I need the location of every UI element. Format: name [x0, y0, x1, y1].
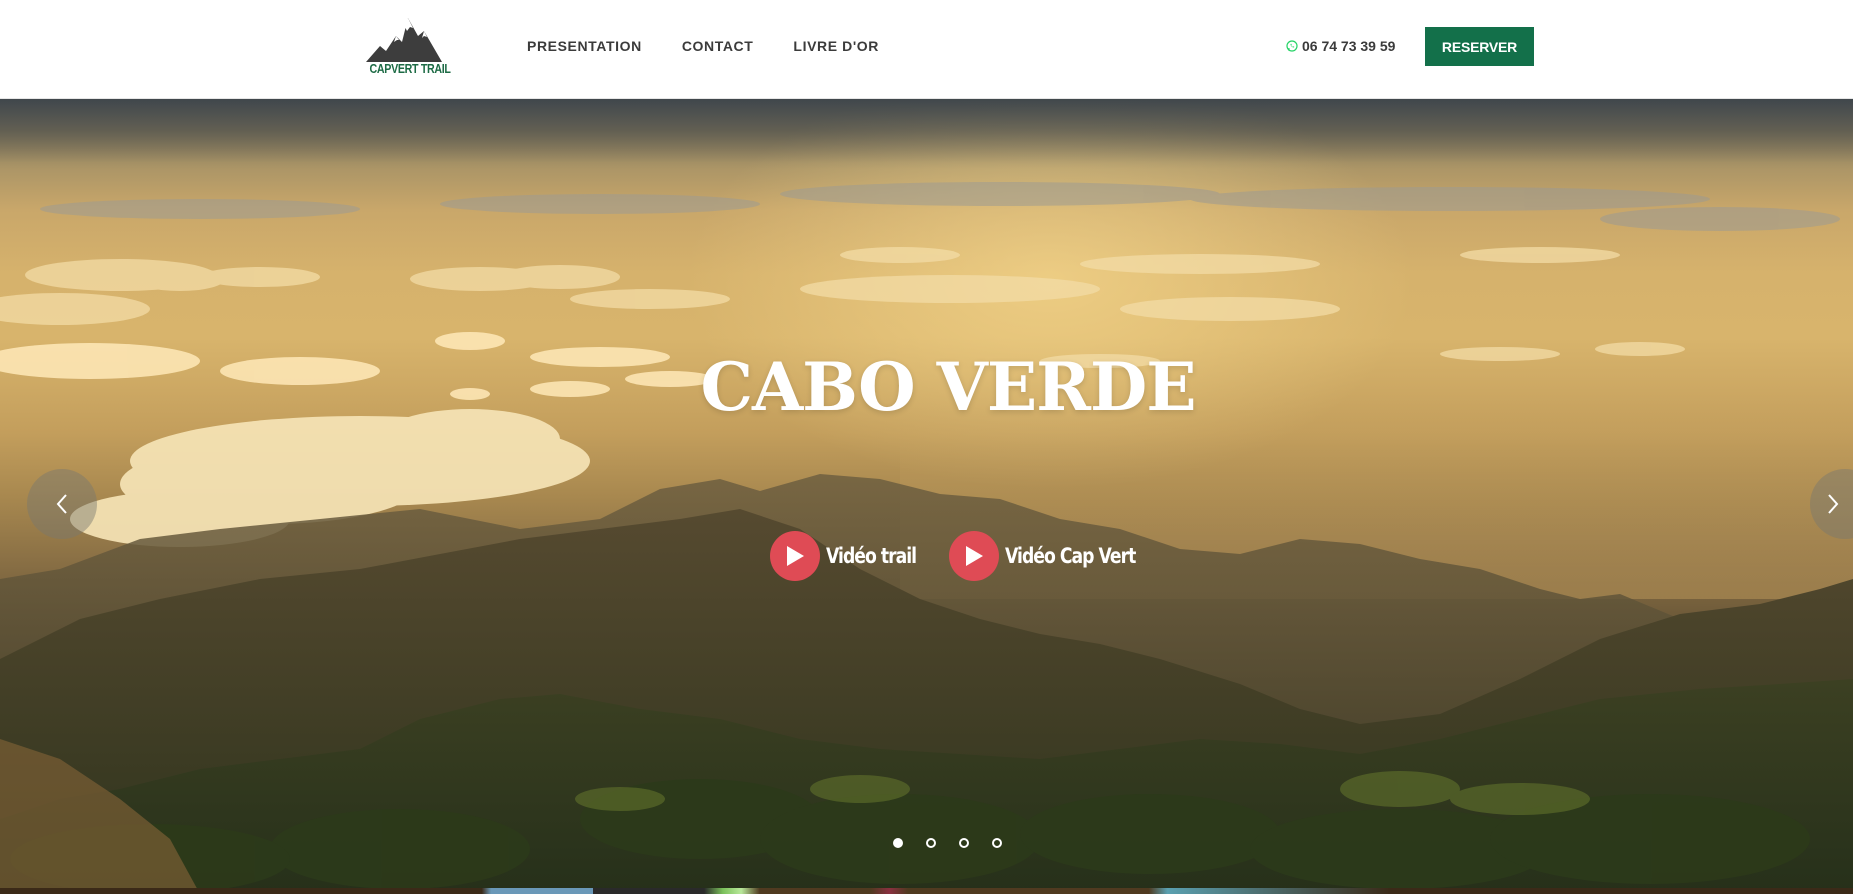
nav-livre-dor[interactable]: LIVRE D'OR — [793, 38, 879, 54]
slide-dot-4[interactable] — [992, 838, 1002, 848]
site-header: CAPVERT TRAIL PRESENTATION CONTACT LIVRE… — [0, 0, 1853, 99]
phone-number: 06 74 73 39 59 — [1302, 38, 1396, 54]
slide-dot-1[interactable] — [893, 838, 903, 848]
site-logo[interactable]: CAPVERT TRAIL — [362, 18, 451, 80]
slider-prev-button[interactable] — [27, 469, 97, 539]
slide-dot-2[interactable] — [926, 838, 936, 848]
slider-pagination — [893, 838, 1002, 848]
play-icon — [770, 531, 820, 581]
chevron-left-icon — [56, 494, 67, 514]
phone-link[interactable]: 06 74 73 39 59 — [1286, 38, 1395, 54]
slide-dot-3[interactable] — [959, 838, 969, 848]
play-icon — [949, 531, 999, 581]
video-cap-vert-label: Vidéo Cap Vert — [1005, 544, 1136, 568]
whatsapp-icon — [1286, 40, 1298, 52]
video-trail-label: Vidéo trail — [826, 544, 917, 568]
hero-landscape-image — [0, 99, 1853, 894]
nav-contact[interactable]: CONTACT — [682, 38, 754, 54]
hero-slider: CABO VERDE Vidéo trail Vidéo Cap Vert — [0, 99, 1853, 894]
next-section-preview — [0, 888, 1853, 894]
video-cap-vert-link[interactable]: Vidéo Cap Vert — [949, 531, 1164, 581]
nav-presentation[interactable]: PRESENTATION — [527, 38, 642, 54]
reserve-button[interactable]: RESERVER — [1425, 27, 1534, 66]
main-nav: PRESENTATION CONTACT LIVRE D'OR — [527, 38, 879, 54]
video-trail-link[interactable]: Vidéo trail — [770, 531, 936, 581]
logo-text: CAPVERT TRAIL — [369, 61, 451, 76]
chevron-right-icon — [1828, 494, 1839, 514]
mountain-logo-icon — [366, 18, 442, 62]
hero-title: CABO VERDE — [700, 348, 1196, 427]
